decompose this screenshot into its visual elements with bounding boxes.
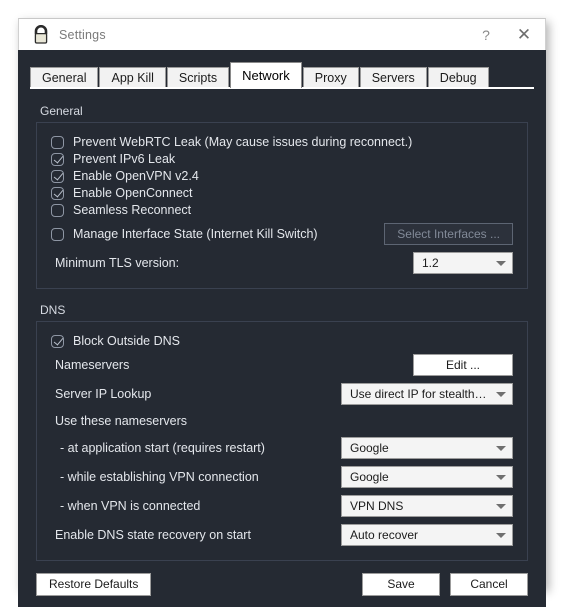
checkbox-label-prevent-webrtc-leak: Prevent WebRTC Leak (May cause issues du… xyxy=(73,135,413,149)
dns-state-recovery-value: Auto recover xyxy=(350,528,419,542)
nameserver-value-connected: VPN DNS xyxy=(350,499,404,513)
server-ip-lookup-select[interactable]: Use direct IP for stealth only xyxy=(341,383,513,405)
checkbox-row-openvpn[interactable]: Enable OpenVPN v2.4 xyxy=(51,169,513,183)
chevron-down-icon xyxy=(496,445,506,451)
nameserver-select-app-start[interactable]: Google xyxy=(341,437,513,459)
save-button[interactable]: Save xyxy=(362,572,440,596)
select-interfaces-button[interactable]: Select Interfaces ... xyxy=(384,223,513,245)
server-ip-lookup-row: Server IP Lookup Use direct IP for steal… xyxy=(51,380,513,408)
tab-servers[interactable]: Servers xyxy=(359,67,427,88)
chevron-down-icon xyxy=(496,391,506,397)
dns-state-recovery-row: Enable DNS state recovery on start Auto … xyxy=(51,521,513,549)
kill-switch-label: Manage Interface State (Internet Kill Sw… xyxy=(73,227,318,241)
tab-scripts[interactable]: Scripts xyxy=(166,67,230,88)
window-body: General App Kill Scripts Network Proxy S… xyxy=(18,50,546,607)
general-group-title: General xyxy=(40,104,83,118)
title-bar: Settings ? ✕ xyxy=(18,18,546,50)
help-button[interactable]: ? xyxy=(469,20,503,50)
chevron-down-icon xyxy=(496,532,506,538)
kill-switch-row: Manage Interface State (Internet Kill Sw… xyxy=(51,220,513,248)
nameserver-value-app-start: Google xyxy=(350,441,389,455)
dns-group-title: DNS xyxy=(40,303,66,317)
use-these-nameservers-row: Use these nameservers xyxy=(51,409,513,433)
tls-version-select[interactable]: 1.2 xyxy=(413,252,513,274)
general-group: General Prevent WebRTC Leak (May cause i… xyxy=(36,104,528,289)
checkbox-label-enable-openconnect: Enable OpenConnect xyxy=(73,186,193,200)
tls-version-value: 1.2 xyxy=(422,256,439,270)
server-ip-lookup-label: Server IP Lookup xyxy=(55,387,152,401)
nameserver-select-connected[interactable]: VPN DNS xyxy=(341,495,513,517)
checkbox-row-block-outside-dns[interactable]: Block Outside DNS xyxy=(51,334,513,348)
nameserver-row-connected: - when VPN is connected VPN DNS xyxy=(51,492,513,520)
footer-bar: Restore Defaults Save Cancel xyxy=(18,561,546,607)
checkbox-label-enable-openvpn: Enable OpenVPN v2.4 xyxy=(73,169,199,183)
tls-version-row: Minimum TLS version: 1.2 xyxy=(51,249,513,277)
checkbox-row-webrtc[interactable]: Prevent WebRTC Leak (May cause issues du… xyxy=(51,135,513,149)
chevron-down-icon xyxy=(496,503,506,509)
dns-state-recovery-label: Enable DNS state recovery on start xyxy=(55,528,251,542)
window-title: Settings xyxy=(59,27,106,42)
general-group-box: Prevent WebRTC Leak (May cause issues du… xyxy=(36,122,528,289)
checkbox-manage-interface-state[interactable] xyxy=(51,227,64,241)
tab-proxy[interactable]: Proxy xyxy=(302,67,359,88)
lock-icon xyxy=(30,24,52,46)
checkbox-row-ipv6[interactable]: Prevent IPv6 Leak xyxy=(51,152,513,166)
restore-defaults-button[interactable]: Restore Defaults xyxy=(36,572,152,596)
nameserver-select-establishing[interactable]: Google xyxy=(341,466,513,488)
nameserver-label-connected: - when VPN is connected xyxy=(60,499,201,513)
tab-general[interactable]: General xyxy=(30,67,99,88)
tab-bar: General App Kill Scripts Network Proxy S… xyxy=(30,62,546,88)
nameserver-row-app-start: - at application start (requires restart… xyxy=(51,434,513,462)
checkbox-label-seamless-reconnect: Seamless Reconnect xyxy=(73,203,192,217)
tls-version-label: Minimum TLS version: xyxy=(55,256,180,270)
dns-group-box: Block Outside DNS Nameservers Edit ... S… xyxy=(36,321,528,561)
checkbox-enable-openconnect[interactable] xyxy=(51,186,64,200)
nameservers-row: Nameservers Edit ... xyxy=(51,351,513,379)
tab-network[interactable]: Network xyxy=(230,62,302,88)
nameserver-label-establishing: - while establishing VPN connection xyxy=(60,470,259,484)
use-these-nameservers-label: Use these nameservers xyxy=(55,414,188,428)
nameserver-value-establishing: Google xyxy=(350,470,389,484)
checkbox-block-outside-dns[interactable] xyxy=(51,334,64,348)
checkbox-enable-openvpn[interactable] xyxy=(51,169,64,183)
nameservers-edit-button[interactable]: Edit ... xyxy=(413,354,513,376)
tab-app-kill[interactable]: App Kill xyxy=(99,67,166,88)
chevron-down-icon xyxy=(496,474,506,480)
close-button[interactable]: ✕ xyxy=(503,20,545,50)
checkbox-prevent-ipv6-leak[interactable] xyxy=(51,152,64,166)
nameserver-row-establishing: - while establishing VPN connection Goog… xyxy=(51,463,513,491)
tab-content-network: General Prevent WebRTC Leak (May cause i… xyxy=(18,90,546,561)
dns-group: DNS Block Outside DNS Nameservers Edit .… xyxy=(36,303,528,561)
checkbox-row-openconnect[interactable]: Enable OpenConnect xyxy=(51,186,513,200)
checkbox-label-prevent-ipv6-leak: Prevent IPv6 Leak xyxy=(73,152,176,166)
tab-debug[interactable]: Debug xyxy=(427,67,489,88)
checkbox-label-block-outside-dns: Block Outside DNS xyxy=(73,334,180,348)
server-ip-lookup-value: Use direct IP for stealth only xyxy=(350,387,488,401)
nameserver-label-app-start: - at application start (requires restart… xyxy=(60,441,265,455)
cancel-button[interactable]: Cancel xyxy=(450,572,528,596)
checkbox-row-seamless-reconnect[interactable]: Seamless Reconnect xyxy=(51,203,513,217)
dns-state-recovery-select[interactable]: Auto recover xyxy=(341,524,513,546)
checkbox-seamless-reconnect[interactable] xyxy=(51,203,64,217)
chevron-down-icon xyxy=(496,260,506,266)
settings-window: Settings ? ✕ General App Kill Scripts Ne… xyxy=(18,18,546,607)
checkbox-prevent-webrtc-leak[interactable] xyxy=(51,135,64,149)
nameservers-label: Nameservers xyxy=(55,358,130,372)
